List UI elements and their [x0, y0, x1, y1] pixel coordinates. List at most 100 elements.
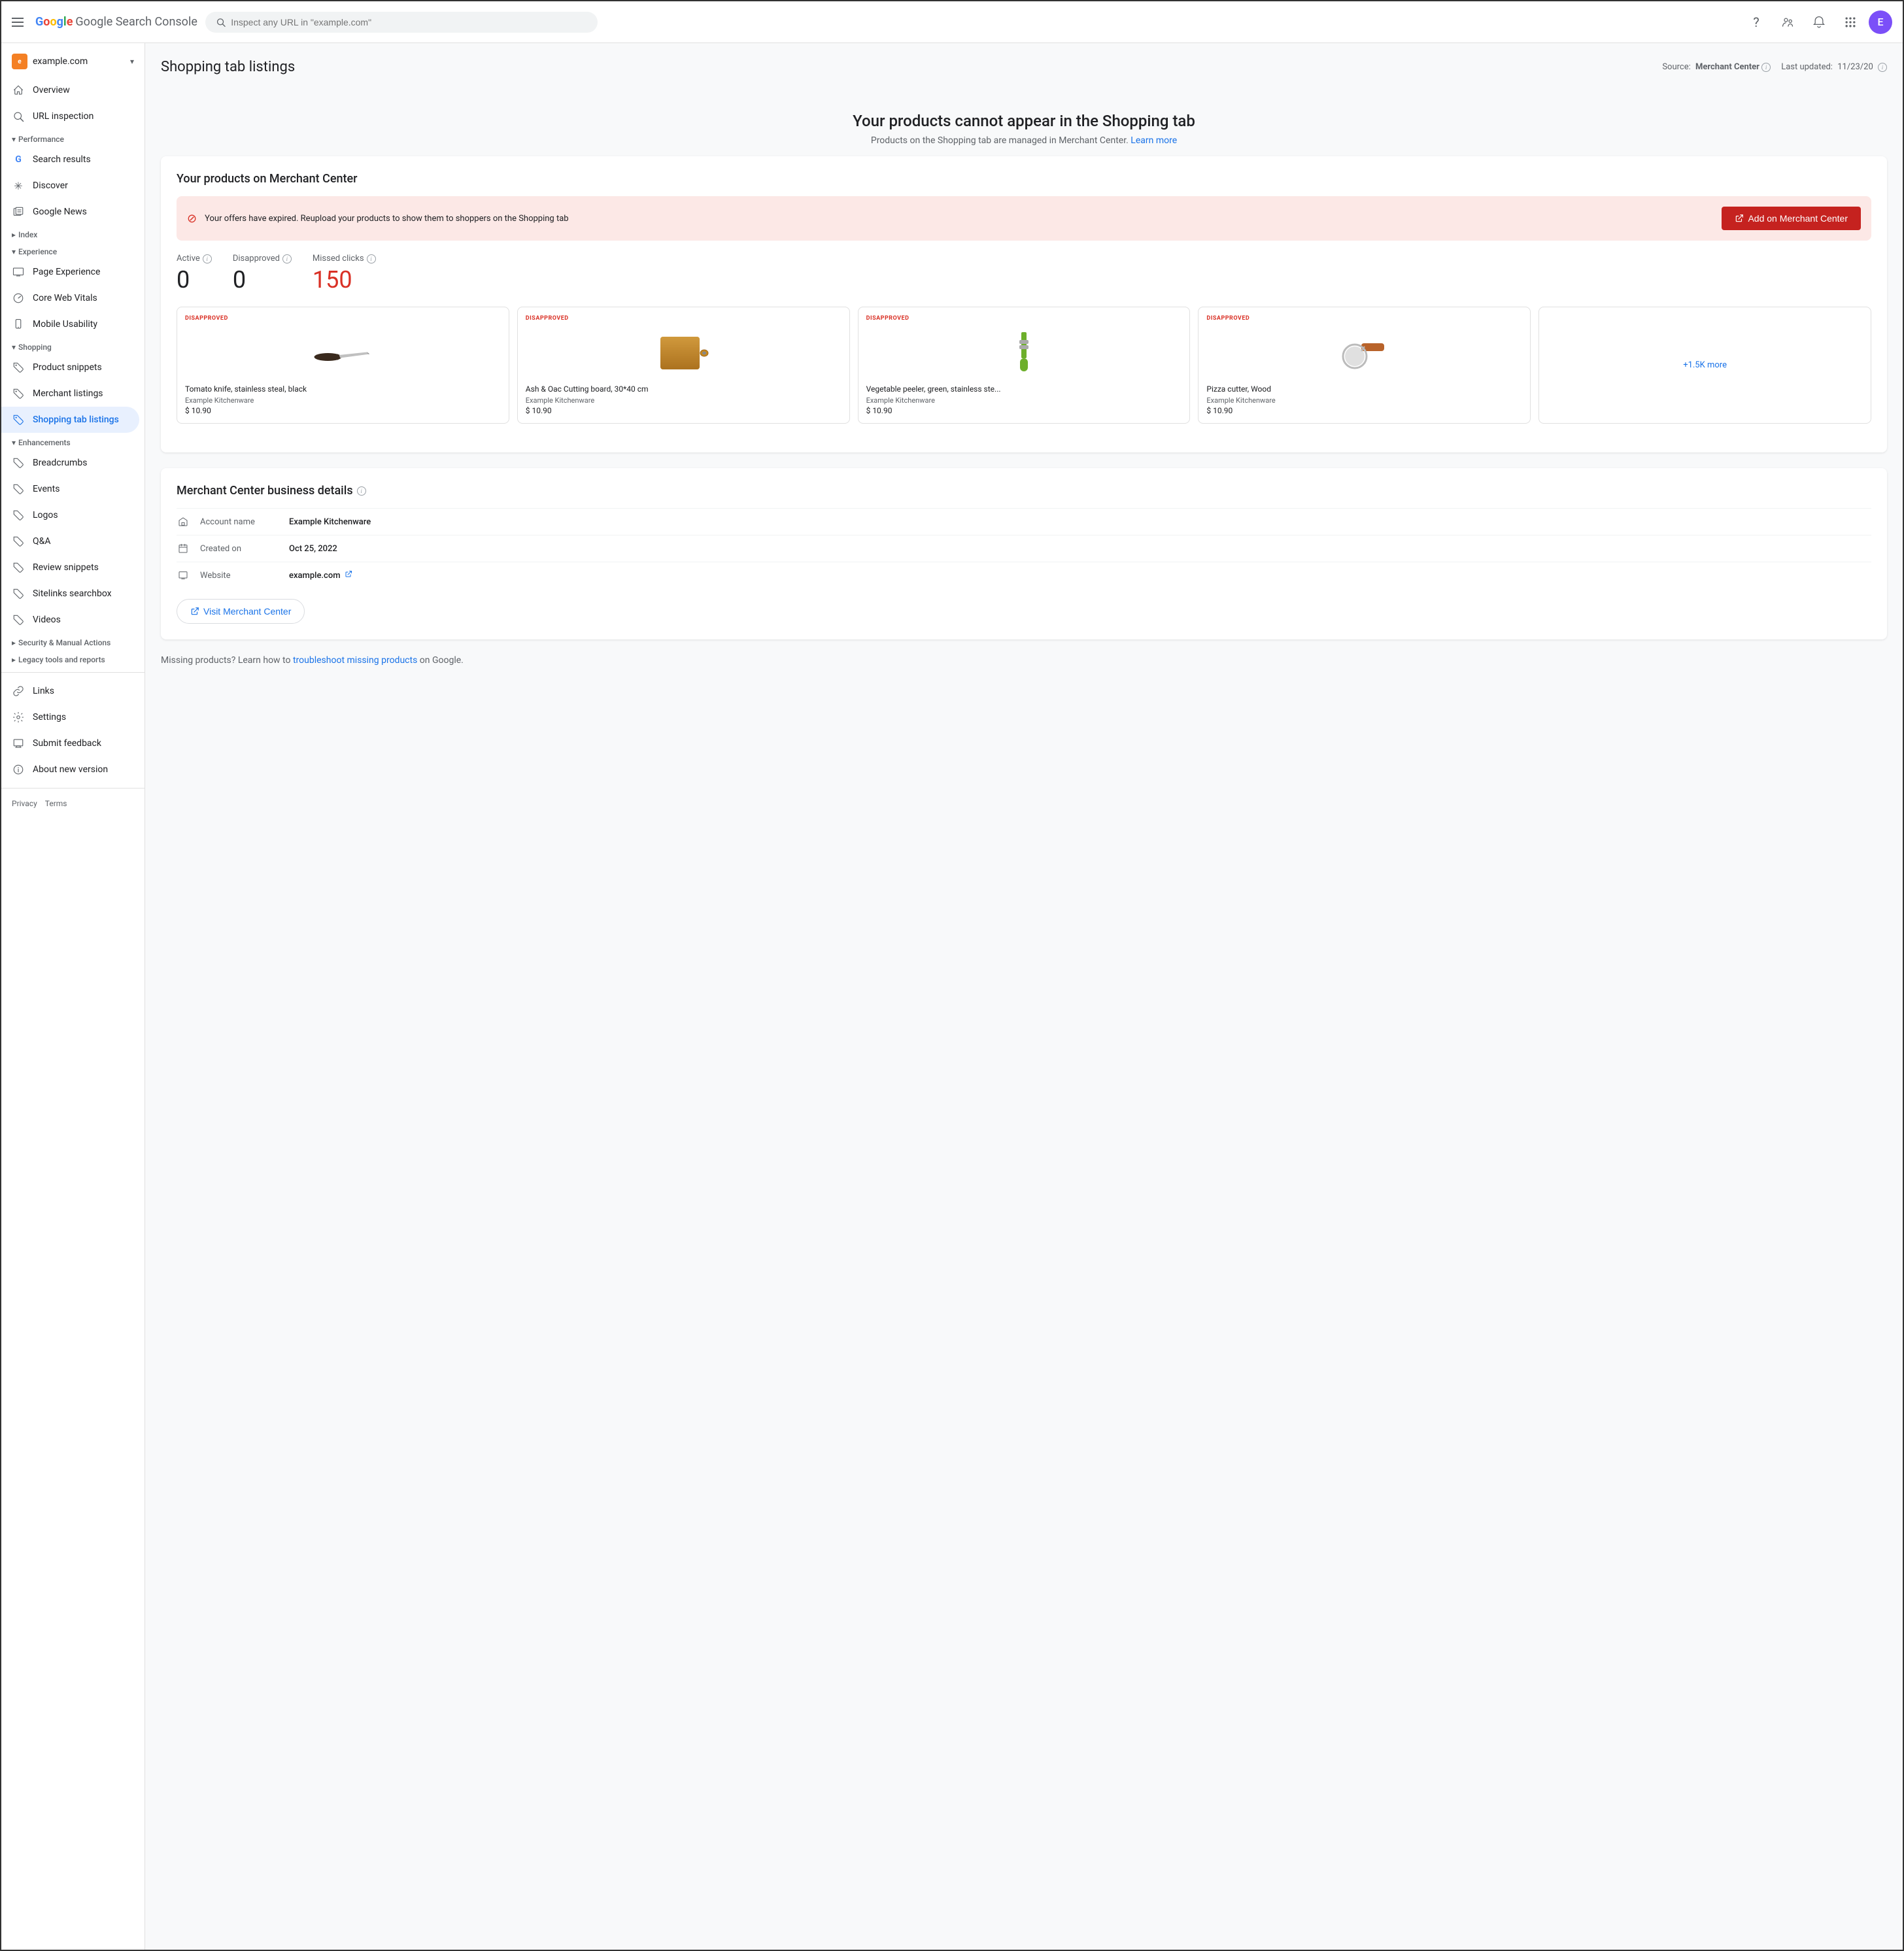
- sidebar-item-shopping-tab-listings[interactable]: Shopping tab listings: [1, 407, 139, 433]
- notifications-icon[interactable]: [1806, 9, 1832, 35]
- sidebar-item-settings[interactable]: Settings: [1, 704, 139, 730]
- business-details-info-icon[interactable]: i: [357, 486, 366, 496]
- sidebar-section-experience[interactable]: ▾ Experience: [1, 242, 144, 259]
- created-on-label: Created on: [200, 544, 279, 554]
- product-badge-3: DISAPPROVED: [866, 315, 1182, 322]
- stat-missed-clicks: Missed clicks i 150: [313, 254, 376, 294]
- product-card-cutter[interactable]: DISAPPROVED Pizza cutter, Wood Example K…: [1198, 307, 1531, 424]
- sidebar-item-url-inspection[interactable]: URL inspection: [1, 103, 139, 129]
- external-link-icon: [1735, 214, 1744, 223]
- website-external-link[interactable]: [345, 570, 352, 581]
- learn-more-link[interactable]: Learn more: [1130, 135, 1177, 146]
- visit-merchant-center-button[interactable]: Visit Merchant Center: [177, 599, 305, 624]
- sidebar-item-page-experience[interactable]: Page Experience: [1, 259, 139, 285]
- sidebar-item-about-new-version[interactable]: About new version: [1, 756, 139, 783]
- sidebar-label-page-experience: Page Experience: [33, 267, 100, 277]
- sidebar-item-qa[interactable]: Q&A: [1, 528, 139, 554]
- sidebar-item-review-snippets[interactable]: Review snippets: [1, 554, 139, 581]
- chevron-down-icon-2: ▾: [12, 247, 16, 256]
- product-brand-3: Example Kitchenware: [866, 396, 1182, 405]
- users-icon[interactable]: [1775, 9, 1801, 35]
- product-name-4: Pizza cutter, Wood: [1206, 384, 1522, 394]
- sidebar-item-submit-feedback[interactable]: Submit feedback: [1, 730, 139, 756]
- add-on-merchant-center-button[interactable]: Add on Merchant Center: [1722, 207, 1861, 230]
- settings-icon: [12, 711, 25, 724]
- avatar[interactable]: E: [1869, 10, 1892, 34]
- troubleshoot-link[interactable]: troubleshoot missing products: [293, 655, 417, 666]
- sidebar-item-videos[interactable]: Videos: [1, 607, 139, 633]
- detail-row-account-name: Account name Example Kitchenware: [177, 508, 1871, 535]
- terms-link[interactable]: Terms: [45, 799, 67, 808]
- help-icon[interactable]: ?: [1743, 9, 1769, 35]
- sidebar-item-breadcrumbs[interactable]: Breadcrumbs: [1, 450, 139, 476]
- stats-row: Active i 0 Disapproved i 0: [177, 254, 1871, 294]
- product-card-board[interactable]: DISAPPROVED: [517, 307, 850, 424]
- sidebar-label-product-snippets: Product snippets: [33, 362, 102, 373]
- search-bar[interactable]: [205, 12, 598, 33]
- sidebar-label-google-news: Google News: [33, 207, 87, 217]
- sidebar-label-review-snippets: Review snippets: [33, 562, 99, 573]
- error-banner-text: Your offers have expired. Reupload your …: [205, 214, 1714, 224]
- menu-icon[interactable]: [12, 14, 27, 30]
- sidebar-item-discover[interactable]: ✳ Discover: [1, 173, 139, 199]
- sidebar-label-merchant-listings: Merchant listings: [33, 388, 103, 399]
- sidebar-section-performance[interactable]: ▾ Performance: [1, 129, 144, 146]
- product-img-peeler: [866, 327, 1182, 379]
- news-icon: [12, 205, 25, 218]
- chevron-right-icon: ▸: [12, 230, 16, 239]
- feedback-icon: [12, 737, 25, 750]
- missed-clicks-info-icon[interactable]: i: [367, 254, 376, 263]
- active-info-icon[interactable]: i: [203, 254, 212, 263]
- logo-text: Google Search Console: [75, 15, 197, 29]
- sidebar-item-product-snippets[interactable]: Product snippets: [1, 354, 139, 381]
- sidebar-section-label-experience: Experience: [18, 247, 57, 256]
- tag-icon-3: [12, 413, 25, 426]
- alert-title: Your products cannot appear in the Shopp…: [161, 112, 1887, 130]
- sidebar-item-events[interactable]: Events: [1, 476, 139, 502]
- detail-row-website: Website example.com: [177, 562, 1871, 588]
- privacy-link[interactable]: Privacy: [12, 799, 37, 808]
- product-card-peeler[interactable]: DISAPPROVED Vegetable peeler, green, sta…: [858, 307, 1191, 424]
- domain-selector[interactable]: e example.com ▾: [1, 48, 144, 75]
- sidebar-item-sitelinks-searchbox[interactable]: Sitelinks searchbox: [1, 581, 139, 607]
- error-banner: ⊘ Your offers have expired. Reupload you…: [177, 196, 1871, 241]
- monitor-icon: [12, 265, 25, 279]
- product-img-cutter: [1206, 327, 1522, 379]
- sidebar-section-index[interactable]: ▸ Index: [1, 225, 144, 242]
- product-card-knife[interactable]: DISAPPROVED Tomato knife, stainless stea…: [177, 307, 509, 424]
- sidebar-section-label-enhancements: Enhancements: [18, 438, 71, 447]
- sidebar-label-mobile-usability: Mobile Usability: [33, 319, 97, 330]
- sidebar-label-core-web-vitals: Core Web Vitals: [33, 293, 97, 303]
- missed-clicks-value: 150: [313, 266, 376, 294]
- last-updated-info-icon[interactable]: i: [1878, 63, 1887, 72]
- sidebar-section-security[interactable]: ▸ Security & Manual Actions: [1, 633, 144, 650]
- sidebar-item-google-news[interactable]: Google News: [1, 199, 139, 225]
- info-icon: [12, 763, 25, 776]
- sidebar-item-links[interactable]: Links: [1, 678, 139, 704]
- page-meta: Source: Merchant Center i Last updated: …: [1662, 62, 1887, 72]
- sidebar-label-search-results: Search results: [33, 154, 91, 165]
- sidebar-item-logos[interactable]: Logos: [1, 502, 139, 528]
- product-name-3: Vegetable peeler, green, stainless ste..…: [866, 384, 1182, 394]
- sidebar-section-shopping[interactable]: ▾ Shopping: [1, 337, 144, 354]
- search-input[interactable]: [231, 17, 587, 27]
- sidebar-item-core-web-vitals[interactable]: Core Web Vitals: [1, 285, 139, 311]
- source-info-icon[interactable]: i: [1761, 63, 1771, 72]
- source-label: Source: Merchant Center i: [1662, 62, 1771, 72]
- external-link-small-icon: [345, 570, 352, 578]
- domain-name: example.com: [33, 56, 125, 67]
- sidebar-section-legacy[interactable]: ▸ Legacy tools and reports: [1, 650, 144, 667]
- discover-icon: ✳: [12, 179, 25, 192]
- account-name-label: Account name: [200, 517, 279, 527]
- store-icon: [177, 515, 190, 528]
- apps-icon[interactable]: [1837, 9, 1863, 35]
- sidebar-item-search-results[interactable]: G Search results: [1, 146, 139, 173]
- sidebar-item-mobile-usability[interactable]: Mobile Usability: [1, 311, 139, 337]
- product-card-more[interactable]: +1.5K more: [1538, 307, 1871, 424]
- sidebar-item-overview[interactable]: Overview: [1, 77, 139, 103]
- sidebar-section-enhancements[interactable]: ▾ Enhancements: [1, 433, 144, 450]
- disapproved-info-icon[interactable]: i: [282, 254, 292, 263]
- sidebar-item-merchant-listings[interactable]: Merchant listings: [1, 381, 139, 407]
- home-icon: [12, 84, 25, 97]
- page-header: Shopping tab listings Source: Merchant C…: [161, 59, 1887, 75]
